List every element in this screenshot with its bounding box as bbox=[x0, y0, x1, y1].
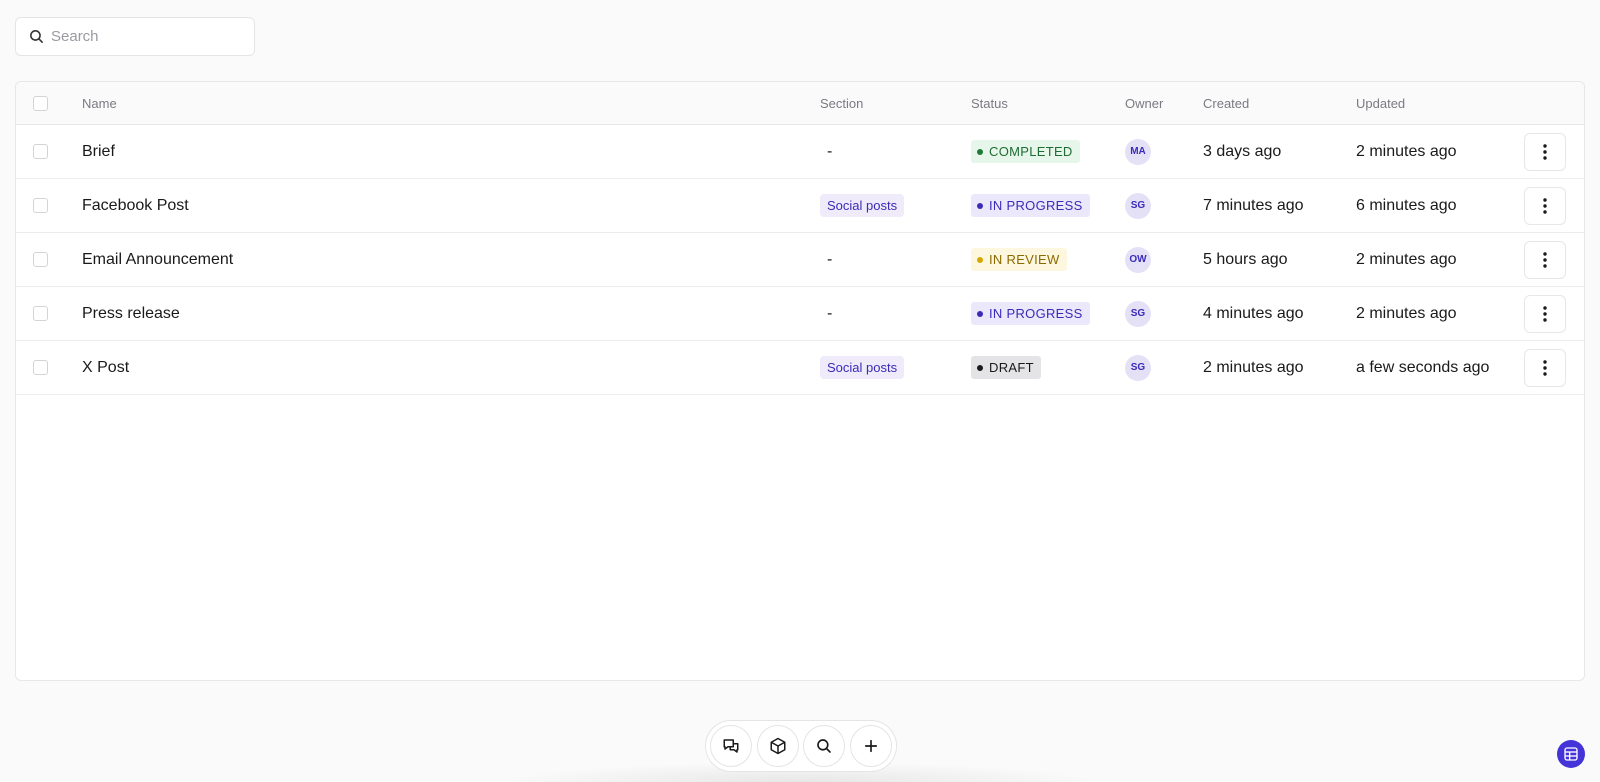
row-name[interactable]: Facebook Post bbox=[82, 179, 189, 232]
row-created: 4 minutes ago bbox=[1203, 304, 1304, 322]
status-label: IN PROGRESS bbox=[989, 306, 1083, 321]
search-box[interactable] bbox=[15, 17, 255, 56]
chat-bubbles-icon bbox=[723, 739, 739, 753]
more-vertical-icon bbox=[1543, 359, 1547, 376]
chat-button[interactable] bbox=[710, 725, 752, 767]
status-badge: COMPLETED bbox=[971, 140, 1080, 163]
search-input[interactable] bbox=[51, 28, 231, 45]
status-badge: IN REVIEW bbox=[971, 248, 1067, 271]
header-section[interactable]: Section bbox=[820, 82, 863, 124]
table-row[interactable]: X Post Social posts DRAFT SG 2 minutes a… bbox=[16, 341, 1584, 395]
row-name[interactable]: Email Announcement bbox=[82, 233, 233, 286]
section-empty: - bbox=[827, 304, 833, 322]
search-button[interactable] bbox=[803, 725, 846, 767]
row-updated: a few seconds ago bbox=[1356, 358, 1490, 376]
row-created: 2 minutes ago bbox=[1203, 358, 1304, 376]
header-created[interactable]: Created bbox=[1203, 82, 1249, 124]
row-updated: 2 minutes ago bbox=[1356, 304, 1457, 322]
cube-icon bbox=[770, 737, 786, 755]
section-empty: - bbox=[827, 142, 833, 160]
search-icon bbox=[817, 739, 832, 753]
row-name[interactable]: Brief bbox=[82, 125, 115, 178]
owner-avatar: OW bbox=[1125, 246, 1151, 273]
header-owner[interactable]: Owner bbox=[1125, 82, 1163, 124]
status-dot-icon bbox=[977, 256, 983, 263]
row-menu-button[interactable] bbox=[1524, 240, 1566, 279]
table-row[interactable]: Email Announcement - IN REVIEW OW 5 hour… bbox=[16, 233, 1584, 287]
cube-button[interactable] bbox=[756, 725, 799, 767]
more-vertical-icon bbox=[1543, 305, 1547, 322]
section-tag: Social posts bbox=[820, 194, 905, 217]
header-name[interactable]: Name bbox=[82, 82, 117, 124]
status-badge: IN PROGRESS bbox=[971, 302, 1090, 325]
status-badge: IN PROGRESS bbox=[971, 194, 1090, 217]
more-vertical-icon bbox=[1543, 143, 1547, 160]
search-icon bbox=[30, 30, 43, 43]
table-row[interactable]: Facebook Post Social posts IN PROGRESS S… bbox=[16, 179, 1584, 233]
table-grid-icon bbox=[1564, 747, 1578, 761]
table-row[interactable]: Press release - IN PROGRESS SG 4 minutes… bbox=[16, 287, 1584, 341]
row-updated: 2 minutes ago bbox=[1356, 142, 1457, 160]
table-header: Name Section Status Owner Created Update… bbox=[16, 82, 1584, 125]
status-label: DRAFT bbox=[989, 360, 1034, 375]
status-dot-icon bbox=[977, 202, 983, 209]
row-checkbox[interactable] bbox=[33, 306, 48, 321]
table-view-button[interactable] bbox=[1557, 740, 1585, 768]
section-empty: - bbox=[827, 250, 833, 268]
bottom-toolbar bbox=[705, 720, 897, 772]
add-button[interactable] bbox=[849, 725, 892, 767]
owner-avatar: SG bbox=[1125, 354, 1151, 381]
table-row[interactable]: Brief - COMPLETED MA 3 days ago 2 minute… bbox=[16, 125, 1584, 179]
owner-avatar: MA bbox=[1125, 138, 1151, 165]
status-label: COMPLETED bbox=[989, 144, 1073, 159]
more-vertical-icon bbox=[1543, 251, 1547, 268]
row-checkbox[interactable] bbox=[33, 252, 48, 267]
status-badge: DRAFT bbox=[971, 356, 1041, 379]
owner-avatar: SG bbox=[1125, 192, 1151, 219]
row-name[interactable]: X Post bbox=[82, 341, 129, 394]
status-dot-icon bbox=[977, 364, 983, 371]
row-menu-button[interactable] bbox=[1524, 294, 1566, 333]
row-checkbox[interactable] bbox=[33, 360, 48, 375]
row-updated: 2 minutes ago bbox=[1356, 250, 1457, 268]
row-name[interactable]: Press release bbox=[82, 287, 180, 340]
row-checkbox[interactable] bbox=[33, 144, 48, 159]
row-checkbox[interactable] bbox=[33, 198, 48, 213]
owner-avatar: SG bbox=[1125, 300, 1151, 327]
row-created: 3 days ago bbox=[1203, 142, 1282, 160]
row-menu-button[interactable] bbox=[1524, 186, 1566, 225]
status-label: IN REVIEW bbox=[989, 252, 1060, 267]
status-dot-icon bbox=[977, 310, 983, 317]
row-created: 5 hours ago bbox=[1203, 250, 1288, 268]
row-menu-button[interactable] bbox=[1524, 132, 1566, 171]
status-dot-icon bbox=[977, 148, 983, 155]
table-body: Brief - COMPLETED MA 3 days ago 2 minute… bbox=[16, 125, 1584, 395]
header-updated[interactable]: Updated bbox=[1356, 82, 1405, 124]
select-all-checkbox[interactable] bbox=[33, 95, 48, 111]
row-created: 7 minutes ago bbox=[1203, 196, 1304, 214]
header-status[interactable]: Status bbox=[971, 82, 1008, 124]
documents-table: Name Section Status Owner Created Update… bbox=[15, 81, 1585, 681]
section-tag: Social posts bbox=[820, 356, 905, 379]
row-menu-button[interactable] bbox=[1524, 348, 1566, 387]
row-updated: 6 minutes ago bbox=[1356, 196, 1457, 214]
plus-icon bbox=[864, 739, 878, 753]
status-label: IN PROGRESS bbox=[989, 198, 1083, 213]
more-vertical-icon bbox=[1543, 197, 1547, 214]
